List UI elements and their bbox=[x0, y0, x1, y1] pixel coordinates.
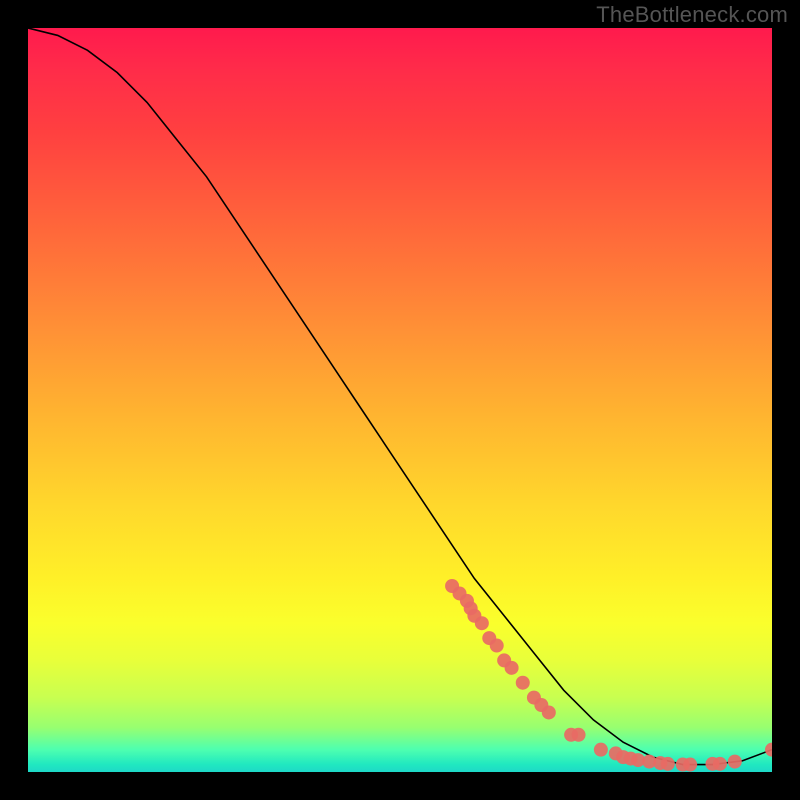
chart-marker bbox=[475, 616, 489, 630]
chart-marker bbox=[683, 758, 697, 772]
attribution-text: TheBottleneck.com bbox=[596, 2, 788, 28]
chart-marker bbox=[572, 728, 586, 742]
chart-marker bbox=[713, 757, 727, 771]
chart-marker bbox=[542, 705, 556, 719]
chart-marker bbox=[661, 757, 675, 771]
chart-markers bbox=[445, 579, 772, 772]
chart-marker bbox=[765, 743, 772, 757]
chart-marker bbox=[594, 743, 608, 757]
chart-svg bbox=[28, 28, 772, 772]
chart-area bbox=[28, 28, 772, 772]
chart-marker bbox=[505, 661, 519, 675]
chart-marker bbox=[516, 676, 530, 690]
chart-marker bbox=[728, 755, 742, 769]
chart-marker bbox=[490, 639, 504, 653]
chart-curve bbox=[28, 28, 772, 765]
